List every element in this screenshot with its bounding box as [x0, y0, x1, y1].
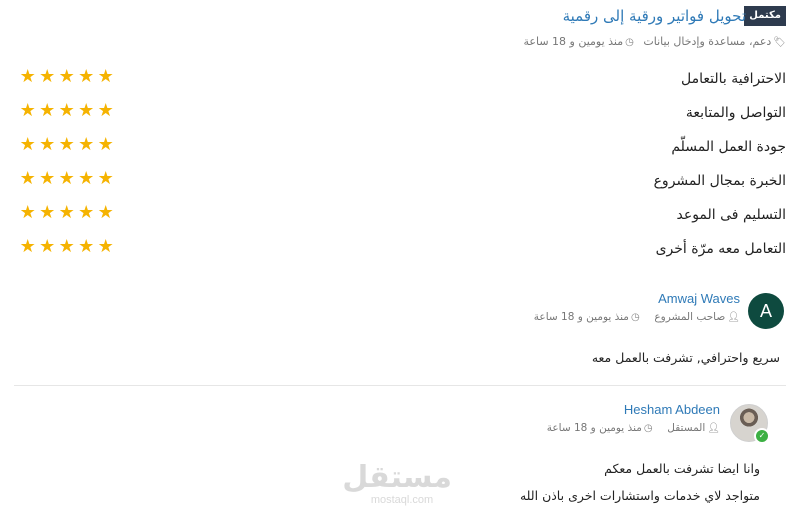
star-icon: ★ [78, 66, 95, 87]
star-icon: ★ [19, 100, 36, 121]
star-icon: ★ [78, 236, 95, 257]
star-icon: ★ [58, 236, 75, 257]
project-time: منذ يومين و 18 ساعة [523, 35, 624, 48]
rating-stars: ★ ★ ★ ★ ★ [18, 101, 116, 121]
star-icon: ★ [78, 202, 95, 223]
reviewer-time: منذ يومين و 18 ساعة [546, 422, 642, 434]
clock-icon: ◷ [643, 423, 653, 434]
project-title-link[interactable]: تحويل فواتير ورقية إلى رقمية [563, 6, 746, 26]
star-icon: ★ [97, 202, 114, 223]
rating-stars: ★ ★ ★ ★ ★ [18, 135, 116, 155]
rating-row: التواصل والمتابعة ★ ★ ★ ★ ★ [14, 101, 786, 136]
clock-icon: ◷ [630, 312, 640, 323]
rating-stars: ★ ★ ★ ★ ★ [18, 203, 116, 223]
reviewer-role: المستقل [667, 422, 706, 434]
user-icon: 👤︎ [727, 312, 740, 323]
star-icon: ★ [39, 236, 56, 257]
star-icon: ★ [97, 236, 114, 257]
review-comment: سريع واحترافي, تشرفت بالعمل معه [591, 350, 780, 365]
star-icon: ★ [58, 202, 75, 223]
star-icon: ★ [19, 134, 36, 155]
star-icon: ★ [39, 134, 56, 155]
rating-row: التسليم فى الموعد ★ ★ ★ ★ ★ [14, 203, 787, 238]
tag-icon: 🏷︎ [773, 37, 786, 48]
star-icon: ★ [58, 168, 75, 189]
star-icon: ★ [58, 134, 75, 155]
star-icon: ★ [39, 66, 56, 87]
star-icon: ★ [39, 168, 56, 189]
star-icon: ★ [58, 100, 75, 121]
star-icon: ★ [19, 202, 36, 223]
reviewer-name-link[interactable]: Hesham Abdeen [624, 402, 720, 417]
ratings-list: الاحترافية بالتعامل ★ ★ ★ ★ ★ التواصل والمتا… [14, 67, 787, 272]
star-icon: ★ [97, 134, 114, 155]
status-badge: مكتمل [744, 6, 786, 26]
rating-stars: ★ ★ ★ ★ ★ [18, 67, 116, 87]
reviewer-meta: 👤︎المستقل ◷منذ يومين و 18 ساعة [547, 422, 720, 434]
rating-label: التواصل والمتابعة [685, 105, 786, 121]
review-comment: وانا ايضا تشرفت بالعمل معكم [604, 461, 760, 476]
reviewer-role: صاحب المشروع [654, 311, 726, 323]
star-icon: ★ [78, 134, 95, 155]
rating-label: التعامل معه مرّة أخرى [655, 241, 786, 257]
star-icon: ★ [58, 66, 75, 87]
watermark-arabic: مستقل [342, 460, 452, 495]
review-comment: متواجد لاي خدمات واستشارات اخرى باذن الل… [519, 488, 760, 503]
rating-row: الخبرة بمجال المشروع ★ ★ ★ ★ ★ [14, 169, 786, 204]
user-icon: 👤︎ [707, 423, 720, 434]
rating-label: التسليم فى الموعد [676, 207, 787, 223]
star-icon: ★ [19, 66, 36, 87]
project-meta: 🏷︎دعم، مساعدة وإدخال بيانات ◷منذ يومين و… [524, 35, 787, 50]
clock-icon: ◷ [625, 37, 634, 48]
avatar[interactable]: A [748, 293, 784, 329]
reviewer-name-link[interactable]: Amwaj Waves [658, 291, 740, 306]
reviewer-meta: 👤︎صاحب المشروع ◷منذ يومين و 18 ساعة [534, 311, 740, 323]
project-header: مكتمل تحويل فواتير ورقية إلى رقمية [14, 6, 786, 28]
rating-stars: ★ ★ ★ ★ ★ [18, 169, 116, 189]
reviewer-time: منذ يومين و 18 ساعة [533, 311, 629, 323]
project-tags[interactable]: دعم، مساعدة وإدخال بيانات [643, 35, 771, 48]
star-icon: ★ [19, 236, 36, 257]
star-icon: ★ [78, 100, 95, 121]
watermark-latin: mostaql.com [370, 494, 434, 506]
star-icon: ★ [39, 202, 56, 223]
rating-label: جودة العمل المسلّم [671, 139, 786, 155]
star-icon: ★ [97, 168, 114, 189]
star-icon: ★ [19, 168, 36, 189]
rating-row: التعامل معه مرّة أخرى ★ ★ ★ ★ ★ [14, 237, 786, 272]
owner-review: A Amwaj Waves 👤︎صاحب المشروع ◷منذ يومين … [14, 291, 786, 373]
rating-label: الاحترافية بالتعامل [680, 71, 786, 87]
divider [14, 385, 786, 386]
star-icon: ★ [97, 66, 114, 87]
rating-row: الاحترافية بالتعامل ★ ★ ★ ★ ★ [14, 67, 786, 102]
star-icon: ★ [97, 100, 114, 121]
watermark: مستقل mostaql.com [342, 460, 452, 507]
check-icon: ✓ [754, 428, 770, 444]
star-icon: ★ [39, 100, 56, 121]
rating-label: الخبرة بمجال المشروع [653, 173, 786, 189]
star-icon: ★ [78, 168, 95, 189]
rating-row: جودة العمل المسلّم ★ ★ ★ ★ ★ [14, 135, 786, 170]
rating-stars: ★ ★ ★ ★ ★ [18, 237, 116, 257]
